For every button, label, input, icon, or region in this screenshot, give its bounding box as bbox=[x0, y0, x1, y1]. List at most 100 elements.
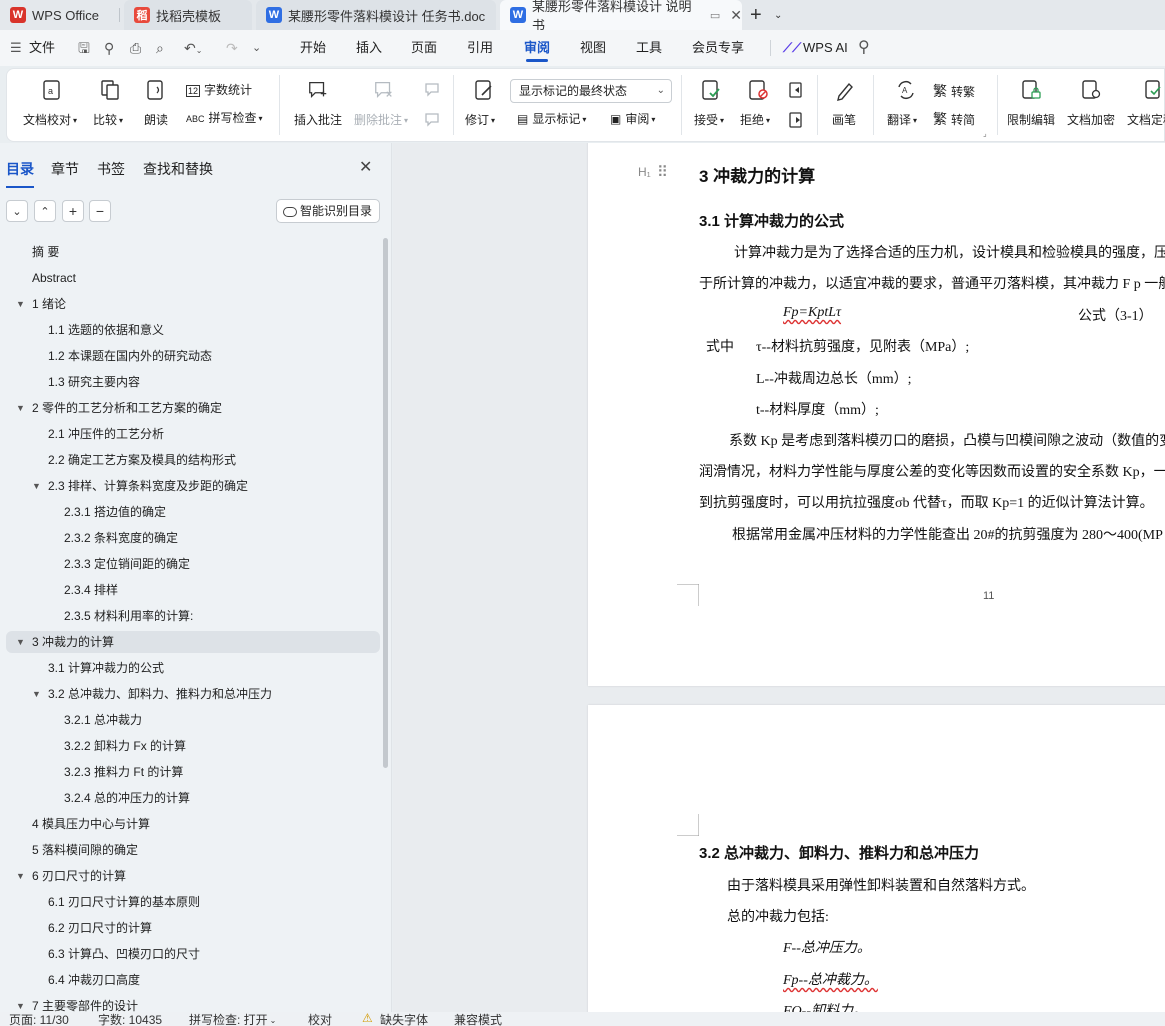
expand-arrow-icon[interactable]: ▼ bbox=[32, 683, 41, 705]
compare-icon[interactable] bbox=[99, 79, 121, 101]
share-icon[interactable]: ⚲ bbox=[104, 30, 114, 66]
menu-review[interactable]: 审阅 bbox=[524, 30, 550, 66]
markup-state-select[interactable]: 显示标记的最终状态 ⌄ bbox=[510, 79, 672, 103]
collapse-all-button[interactable]: ⌄ bbox=[6, 200, 28, 222]
toc-item[interactable]: 5 落料模间隙的确定 bbox=[6, 839, 380, 861]
search-icon[interactable]: ⚲ bbox=[858, 30, 870, 66]
toc-item[interactable]: 6.3 计算凸、凹模刃口的尺寸 bbox=[6, 943, 380, 965]
restrict-edit-button[interactable]: 限制编辑 bbox=[1007, 111, 1055, 128]
menu-references[interactable]: 引用 bbox=[467, 30, 493, 66]
insert-comment-button[interactable]: 插入批注 bbox=[294, 111, 342, 128]
proofread-status[interactable]: 校对 bbox=[308, 1011, 332, 1026]
print-preview-icon[interactable]: ⌕ bbox=[156, 30, 164, 66]
toc-item[interactable]: 3.1 计算冲裁力的公式 bbox=[6, 657, 380, 679]
toc-item[interactable]: 3.2.1 总冲裁力 bbox=[6, 709, 380, 731]
restrict-edit-icon[interactable] bbox=[1020, 79, 1042, 101]
menu-wps-ai[interactable]: WPS AI bbox=[803, 30, 848, 66]
toc-item[interactable]: 2.3.1 搭边值的确定 bbox=[6, 501, 380, 523]
document-page[interactable]: 3.2 总冲裁力、卸料力、推料力和总冲压力 由于落料模具采用弹性卸料装置和自然落… bbox=[588, 705, 1165, 1012]
expand-arrow-icon[interactable]: ▼ bbox=[16, 293, 25, 315]
reject-button[interactable]: 拒绝 ▾ bbox=[740, 111, 770, 128]
wps-ai-icon[interactable]: ⟋⟋ bbox=[783, 30, 801, 66]
next-change-icon[interactable] bbox=[785, 109, 807, 131]
pen-button[interactable]: 画笔 bbox=[832, 111, 856, 128]
tab-toc[interactable]: 目录 bbox=[6, 159, 34, 188]
expand-arrow-icon[interactable]: ▼ bbox=[16, 397, 25, 419]
encrypt-button[interactable]: 文档加密 bbox=[1067, 111, 1115, 128]
undo-icon[interactable]: ↶⌄ bbox=[184, 30, 202, 66]
print-icon[interactable]: ⎙ bbox=[130, 30, 141, 66]
menu-page[interactable]: 页面 bbox=[411, 30, 437, 66]
screen-icon[interactable]: ▭ bbox=[710, 9, 720, 22]
menu-file[interactable]: 文件 bbox=[29, 30, 55, 66]
more-chevron-icon[interactable]: ⌄ bbox=[252, 30, 261, 66]
compare-button[interactable]: 比较 ▾ bbox=[93, 111, 123, 128]
tab-sections[interactable]: 章节 bbox=[51, 159, 79, 179]
expand-corner-icon[interactable]: ⌟ bbox=[983, 129, 987, 138]
toc-item[interactable]: 3.2.2 卸料力 Fx 的计算 bbox=[6, 735, 380, 757]
toc-item[interactable]: 4 模具压力中心与计算 bbox=[6, 813, 380, 835]
review-pane-button[interactable]: ▣ 审阅 ▾ bbox=[610, 110, 655, 127]
toc-item[interactable]: 1.3 研究主要内容 bbox=[6, 371, 380, 393]
read-aloud-button[interactable]: 朗读 bbox=[144, 111, 168, 128]
show-markup-button[interactable]: ▤ 显示标记 ▾ bbox=[517, 110, 586, 127]
expand-up-button[interactable]: ⌃ bbox=[34, 200, 56, 222]
toc-item[interactable]: ▼ 2.3 排样、计算条料宽度及步距的确定 bbox=[6, 475, 380, 497]
toc-item[interactable]: 6.4 冲裁刃口高度 bbox=[6, 969, 380, 991]
toc-item[interactable]: 摘 要 bbox=[6, 241, 380, 263]
toc-item[interactable]: ▼ 1 绪论 bbox=[6, 293, 380, 315]
missing-font-status[interactable]: 缺失字体 bbox=[380, 1011, 428, 1026]
toc-item[interactable]: 1.2 本课题在国内外的研究动态 bbox=[6, 345, 380, 367]
toc-item[interactable]: 6.2 刃口尺寸的计算 bbox=[6, 917, 380, 939]
tab-docer-templates[interactable]: 稻 找稻壳模板 bbox=[124, 0, 252, 30]
new-tab-icon[interactable]: + bbox=[750, 0, 772, 30]
save-icon[interactable]: 🖫 bbox=[78, 30, 90, 66]
menu-tools[interactable]: 工具 bbox=[636, 30, 662, 66]
spell-check-button[interactable]: ABC 拼写检查 ▾ bbox=[186, 109, 263, 126]
menu-view[interactable]: 视图 bbox=[580, 30, 606, 66]
track-changes-icon[interactable] bbox=[473, 79, 495, 101]
finalize-button[interactable]: 文档定稿 bbox=[1127, 111, 1165, 128]
toc-item[interactable]: 2.3.2 条料宽度的确定 bbox=[6, 527, 380, 549]
redo-icon[interactable]: ↷ bbox=[226, 30, 238, 66]
sidebar-scrollbar[interactable] bbox=[383, 238, 388, 768]
expand-arrow-icon[interactable]: ▼ bbox=[16, 631, 25, 653]
accept-button[interactable]: 接受 ▾ bbox=[694, 111, 724, 128]
track-changes-button[interactable]: 修订 ▾ bbox=[465, 111, 495, 128]
toc-item[interactable]: 2.3.3 定位销间距的确定 bbox=[6, 553, 380, 575]
toc-item[interactable]: ▼ 3.2 总冲裁力、卸料力、推料力和总冲压力 bbox=[6, 683, 380, 705]
toc-item[interactable]: 2.3.4 排样 bbox=[6, 579, 380, 601]
toc-item[interactable]: 2.3.5 材料利用率的计算: bbox=[6, 605, 380, 627]
toc-item[interactable]: Abstract bbox=[6, 267, 380, 289]
remove-heading-button[interactable]: − bbox=[89, 200, 111, 222]
encrypt-icon[interactable] bbox=[1080, 79, 1102, 101]
previous-change-icon[interactable] bbox=[785, 79, 807, 101]
toc-item[interactable]: 1.1 选题的依据和意义 bbox=[6, 319, 380, 341]
pen-icon[interactable] bbox=[834, 79, 856, 101]
hamburger-icon[interactable]: ☰ bbox=[10, 30, 22, 66]
toc-item[interactable]: ▼ 6 刃口尺寸的计算 bbox=[6, 865, 380, 887]
tab-spec-doc[interactable]: W 某腰形零件落料模设计 说明书 ▭ ✕ bbox=[500, 0, 742, 33]
menu-insert[interactable]: 插入 bbox=[356, 30, 382, 66]
expand-arrow-icon[interactable]: ▼ bbox=[16, 865, 25, 887]
word-count-button[interactable]: 12 字数统计 bbox=[186, 81, 252, 98]
insert-comment-icon[interactable] bbox=[307, 79, 329, 101]
proofread-icon[interactable]: a bbox=[41, 79, 63, 101]
chevron-down-icon[interactable]: ⌄ bbox=[774, 0, 786, 30]
tab-wps-office[interactable]: W WPS Office bbox=[10, 0, 120, 30]
accept-icon[interactable] bbox=[700, 79, 722, 101]
close-icon[interactable]: ✕ bbox=[359, 157, 372, 177]
menu-membership[interactable]: 会员专享 bbox=[692, 30, 744, 66]
read-aloud-icon[interactable] bbox=[145, 79, 167, 101]
tab-bookmarks[interactable]: 书签 bbox=[97, 159, 125, 179]
expand-arrow-icon[interactable]: ▼ bbox=[32, 475, 41, 497]
tab-find-replace[interactable]: 查找和替换 bbox=[143, 159, 213, 179]
tab-task-doc[interactable]: W 某腰形零件落料模设计 任务书.doc bbox=[256, 0, 496, 30]
toc-item[interactable]: 2.1 冲压件的工艺分析 bbox=[6, 423, 380, 445]
smart-toc-button[interactable]: 智能识别目录 bbox=[276, 199, 380, 223]
document-page[interactable]: H₁ ⠿ 3 冲裁力的计算 3.1 计算冲裁力的公式 计算冲裁力是为了选择合适的… bbox=[588, 143, 1165, 686]
to-traditional-button[interactable]: 繁转繁 bbox=[933, 81, 975, 101]
translate-button[interactable]: 翻译 ▾ bbox=[887, 111, 917, 128]
finalize-icon[interactable] bbox=[1143, 79, 1165, 101]
reject-icon[interactable] bbox=[747, 79, 769, 101]
